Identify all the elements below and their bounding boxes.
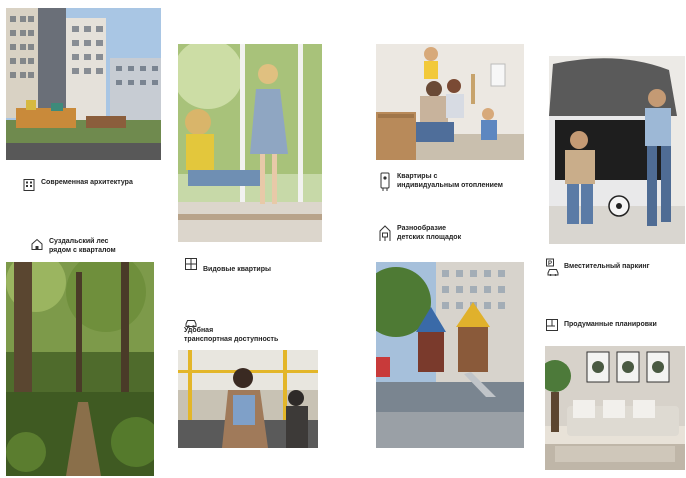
feature-architecture: Современная архитектура: [22, 178, 133, 192]
feature-label: Современная архитектура: [41, 179, 133, 186]
feature-forest: Суздальский лес рядом с кварталом: [30, 237, 116, 255]
feature-views: Видовые квартиры: [184, 257, 271, 274]
photo-family-home: [376, 44, 524, 160]
window-view-icon: [184, 257, 198, 271]
feature-transport: Удобная транспортная доступность: [184, 316, 278, 343]
building-icon: [22, 178, 36, 192]
feature-playgrounds: Разнообразие детских площадок: [378, 224, 461, 242]
playground-icon: [378, 224, 392, 242]
feature-label: Разнообразие детских площадок: [397, 225, 462, 241]
svg-text:P: P: [548, 261, 552, 267]
photo-family-car: [549, 56, 685, 244]
feature-label: Вместительный паркинг: [564, 263, 650, 270]
floor-plan-icon: [545, 318, 559, 332]
feature-label: Суздальский лес рядом с кварталом: [49, 238, 116, 254]
photo-modern-buildings: [6, 8, 161, 160]
photo-bus-passenger: [178, 350, 318, 448]
boiler-icon: [378, 172, 392, 192]
parking-icon: P: [545, 258, 559, 278]
photo-window-view: [178, 44, 322, 242]
feature-label: Удобная транспортная доступность: [184, 327, 279, 343]
forest-house-icon: [30, 237, 44, 251]
photo-living-room: [545, 346, 685, 470]
feature-label: Видовые квартиры: [203, 266, 271, 273]
feature-label: Продуманные планировки: [564, 321, 657, 328]
photo-forest-path: [6, 262, 154, 476]
feature-heating: Квартиры с индивидуальным отоплением: [378, 172, 503, 192]
feature-label: Квартиры с индивидуальным отоплением: [397, 173, 503, 189]
photo-playground: [376, 262, 524, 448]
feature-parking: P Вместительный паркинг: [545, 258, 650, 278]
feature-layouts: Продуманные планировки: [545, 318, 657, 332]
